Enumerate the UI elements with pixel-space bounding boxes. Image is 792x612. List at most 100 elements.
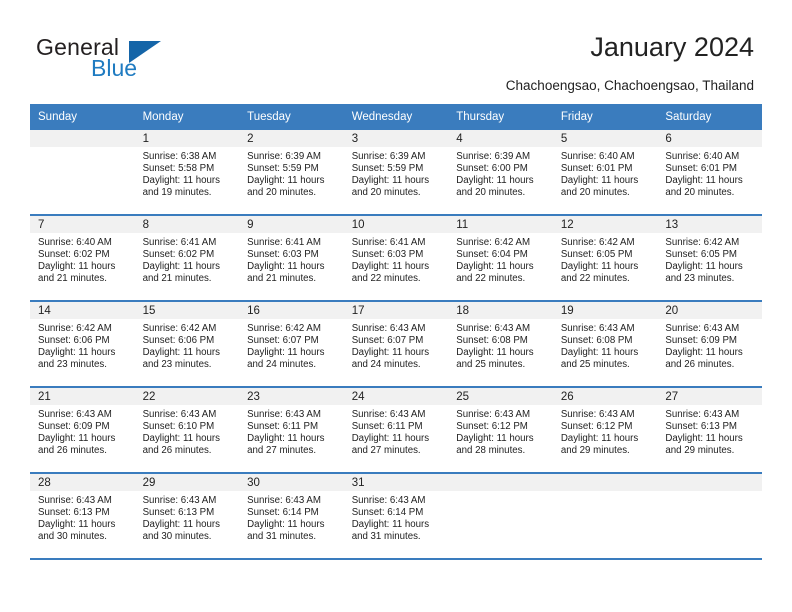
day-number-band: 7 bbox=[30, 216, 135, 233]
day-number: 22 bbox=[142, 391, 156, 403]
calendar-week-row: 1 Sunrise: 6:38 AM Sunset: 5:58 PM Daylight… bbox=[30, 130, 762, 216]
daylight-duration-line2: and 21 minutes. bbox=[38, 272, 107, 284]
day-cell-inner: 10 Sunrise: 6:41 AM Sunset: 6:03 PM Dayligh… bbox=[343, 216, 449, 300]
calendar-day-cell[interactable]: 22 Sunrise: 6:43 AM Sunset: 6:10 PM Dayligh… bbox=[134, 387, 240, 474]
day-details: Sunrise: 6:43 AM Sunset: 6:08 PM Daylight:… bbox=[448, 319, 553, 371]
day-number-band: 6 bbox=[657, 130, 762, 147]
calendar-day-cell[interactable]: 3 Sunrise: 6:39 AM Sunset: 5:59 PM Daylight… bbox=[343, 130, 449, 216]
calendar-day-cell[interactable]: 12 Sunrise: 6:42 AM Sunset: 6:05 PM Dayligh… bbox=[552, 215, 658, 302]
sunrise-time: Sunrise: 6:42 AM bbox=[560, 237, 635, 248]
sunset-time: Sunset: 6:05 PM bbox=[560, 248, 633, 260]
calendar-day-cell[interactable]: 25 Sunrise: 6:43 AM Sunset: 6:12 PM Dayligh… bbox=[448, 387, 553, 474]
day-details bbox=[30, 147, 135, 151]
day-number-band bbox=[552, 474, 658, 491]
daylight-duration-line2: and 31 minutes. bbox=[247, 530, 317, 542]
calendar-day-cell[interactable]: 28 Sunrise: 6:43 AM Sunset: 6:13 PM Dayligh… bbox=[30, 473, 135, 560]
daylight-duration-line2: and 23 minutes. bbox=[142, 358, 212, 370]
page-title: January 2024 bbox=[590, 32, 754, 62]
calendar-day-cell[interactable]: 8 Sunrise: 6:41 AM Sunset: 6:02 PM Daylight… bbox=[134, 215, 240, 302]
calendar-day-cell[interactable]: 17 Sunrise: 6:43 AM Sunset: 6:07 PM Dayligh… bbox=[343, 301, 449, 388]
calendar-day-cell[interactable]: 2 Sunrise: 6:39 AM Sunset: 5:59 PM Daylight… bbox=[239, 130, 344, 216]
calendar-day-cell[interactable]: 13 Sunrise: 6:42 AM Sunset: 6:05 PM Dayligh… bbox=[657, 215, 762, 302]
day-details bbox=[657, 491, 762, 495]
calendar-week-row: 7 Sunrise: 6:40 AM Sunset: 6:02 PM Daylight… bbox=[30, 215, 762, 302]
calendar-day-cell[interactable]: 23 Sunrise: 6:43 AM Sunset: 6:11 PM Dayligh… bbox=[239, 387, 344, 474]
daylight-duration-line1: Daylight: 11 hours bbox=[247, 518, 325, 530]
sunrise-time: Sunrise: 6:43 AM bbox=[351, 409, 426, 420]
calendar-day-cell[interactable]: 31 Sunrise: 6:43 AM Sunset: 6:14 PM Dayligh… bbox=[343, 473, 449, 560]
daylight-duration-line1: Daylight: 11 hours bbox=[351, 346, 430, 358]
daylight-duration-line2: and 20 minutes. bbox=[560, 186, 630, 198]
sunrise-time: Sunrise: 6:39 AM bbox=[456, 151, 531, 162]
sunset-time: Sunset: 6:09 PM bbox=[38, 420, 110, 432]
day-cell-inner bbox=[552, 474, 658, 558]
daylight-duration-line1: Daylight: 11 hours bbox=[247, 432, 325, 444]
calendar-day-cell[interactable]: 29 Sunrise: 6:43 AM Sunset: 6:13 PM Dayligh… bbox=[134, 473, 240, 560]
daylight-duration-line1: Daylight: 11 hours bbox=[142, 432, 220, 444]
calendar-day-cell[interactable]: 10 Sunrise: 6:41 AM Sunset: 6:03 PM Dayligh… bbox=[343, 215, 449, 302]
calendar-day-cell[interactable]: 15 Sunrise: 6:42 AM Sunset: 6:06 PM Dayligh… bbox=[134, 301, 240, 388]
day-number-band: 1 bbox=[134, 130, 240, 147]
sunset-time: Sunset: 6:14 PM bbox=[351, 506, 424, 518]
calendar-day-cell[interactable]: 30 Sunrise: 6:43 AM Sunset: 6:14 PM Dayligh… bbox=[239, 473, 344, 560]
day-number bbox=[30, 130, 135, 132]
daylight-duration-line1: Daylight: 11 hours bbox=[456, 346, 534, 358]
sunset-time: Sunset: 6:13 PM bbox=[142, 506, 215, 518]
day-cell-inner: 9 Sunrise: 6:41 AM Sunset: 6:03 PM Daylight… bbox=[239, 216, 344, 300]
sunrise-time: Sunrise: 6:42 AM bbox=[456, 237, 531, 248]
sunrise-time: Sunrise: 6:43 AM bbox=[38, 495, 112, 506]
day-cell-inner bbox=[657, 474, 762, 558]
daylight-duration-line1: Daylight: 11 hours bbox=[351, 432, 430, 444]
calendar-day-cell[interactable]: 20 Sunrise: 6:43 AM Sunset: 6:09 PM Dayligh… bbox=[657, 301, 762, 388]
calendar-day-cell[interactable]: 6 Sunrise: 6:40 AM Sunset: 6:01 PM Daylight… bbox=[657, 130, 762, 216]
calendar-day-cell[interactable]: 24 Sunrise: 6:43 AM Sunset: 6:11 PM Dayligh… bbox=[343, 387, 449, 474]
daylight-duration-line2: and 20 minutes. bbox=[665, 186, 735, 198]
general-blue-logo[interactable]: General Blue bbox=[36, 34, 216, 90]
calendar-day-cell[interactable]: 19 Sunrise: 6:43 AM Sunset: 6:08 PM Dayligh… bbox=[552, 301, 658, 388]
calendar-day-cell[interactable]: 9 Sunrise: 6:41 AM Sunset: 6:03 PM Daylight… bbox=[239, 215, 344, 302]
daylight-duration-line1: Daylight: 11 hours bbox=[456, 432, 534, 444]
day-details: Sunrise: 6:43 AM Sunset: 6:08 PM Daylight:… bbox=[553, 319, 658, 371]
day-cell-inner: 28 Sunrise: 6:43 AM Sunset: 6:13 PM Dayligh… bbox=[30, 474, 135, 558]
calendar-day-cell[interactable]: 7 Sunrise: 6:40 AM Sunset: 6:02 PM Daylight… bbox=[30, 215, 135, 302]
day-number: 25 bbox=[456, 391, 470, 403]
day-cell-inner: 24 Sunrise: 6:43 AM Sunset: 6:11 PM Dayligh… bbox=[343, 388, 449, 472]
day-details: Sunrise: 6:43 AM Sunset: 6:13 PM Daylight:… bbox=[657, 405, 762, 457]
day-details: Sunrise: 6:39 AM Sunset: 5:59 PM Daylight:… bbox=[239, 147, 344, 199]
calendar-day-cell[interactable]: 26 Sunrise: 6:43 AM Sunset: 6:12 PM Dayligh… bbox=[552, 387, 658, 474]
daylight-duration-line1: Daylight: 11 hours bbox=[38, 518, 116, 530]
day-cell-inner: 2 Sunrise: 6:39 AM Sunset: 5:59 PM Daylight… bbox=[239, 130, 344, 214]
day-details: Sunrise: 6:42 AM Sunset: 6:04 PM Daylight:… bbox=[448, 233, 553, 285]
calendar-day-cell[interactable]: 16 Sunrise: 6:42 AM Sunset: 6:07 PM Dayligh… bbox=[239, 301, 344, 388]
daylight-duration-line1: Daylight: 11 hours bbox=[247, 174, 325, 186]
day-number: 1 bbox=[142, 133, 149, 145]
sunset-time: Sunset: 6:06 PM bbox=[142, 334, 215, 346]
daylight-duration-line1: Daylight: 11 hours bbox=[247, 346, 325, 358]
calendar-day-cell[interactable]: 5 Sunrise: 6:40 AM Sunset: 6:01 PM Daylight… bbox=[552, 130, 658, 216]
day-details: Sunrise: 6:42 AM Sunset: 6:06 PM Daylight:… bbox=[30, 319, 135, 371]
daylight-duration-line1: Daylight: 11 hours bbox=[456, 174, 534, 186]
weekday-header-tuesday: Tuesday bbox=[239, 104, 344, 130]
day-number: 7 bbox=[38, 219, 45, 231]
calendar-day-cell[interactable]: 21 Sunrise: 6:43 AM Sunset: 6:09 PM Dayligh… bbox=[30, 387, 135, 474]
calendar-day-cell[interactable]: 14 Sunrise: 6:42 AM Sunset: 6:06 PM Dayligh… bbox=[30, 301, 135, 388]
calendar-day-cell[interactable]: 27 Sunrise: 6:43 AM Sunset: 6:13 PM Dayligh… bbox=[657, 387, 762, 474]
day-cell-inner: 13 Sunrise: 6:42 AM Sunset: 6:05 PM Dayligh… bbox=[657, 216, 762, 300]
day-cell-inner: 23 Sunrise: 6:43 AM Sunset: 6:11 PM Dayligh… bbox=[239, 388, 344, 472]
calendar-day-cell[interactable]: 4 Sunrise: 6:39 AM Sunset: 6:00 PM Daylight… bbox=[448, 130, 553, 216]
day-details: Sunrise: 6:43 AM Sunset: 6:09 PM Daylight:… bbox=[30, 405, 135, 457]
day-number-band: 31 bbox=[343, 474, 449, 491]
sunset-time: Sunset: 6:03 PM bbox=[247, 248, 319, 260]
calendar-day-cell[interactable]: 1 Sunrise: 6:38 AM Sunset: 5:58 PM Daylight… bbox=[134, 130, 240, 216]
day-cell-inner: 25 Sunrise: 6:43 AM Sunset: 6:12 PM Dayligh… bbox=[448, 388, 553, 472]
daylight-duration-line2: and 25 minutes. bbox=[560, 358, 630, 370]
calendar-day-cell[interactable]: 11 Sunrise: 6:42 AM Sunset: 6:04 PM Dayligh… bbox=[448, 215, 553, 302]
day-cell-inner: 27 Sunrise: 6:43 AM Sunset: 6:13 PM Dayligh… bbox=[657, 388, 762, 472]
day-details: Sunrise: 6:42 AM Sunset: 6:05 PM Daylight:… bbox=[657, 233, 762, 285]
daylight-duration-line2: and 23 minutes. bbox=[38, 358, 107, 370]
calendar-day-cell[interactable]: 18 Sunrise: 6:43 AM Sunset: 6:08 PM Dayligh… bbox=[448, 301, 553, 388]
day-number: 5 bbox=[560, 133, 568, 145]
daylight-duration-line2: and 27 minutes. bbox=[351, 444, 421, 456]
day-cell-inner: 8 Sunrise: 6:41 AM Sunset: 6:02 PM Daylight… bbox=[134, 216, 240, 300]
day-details bbox=[553, 491, 658, 495]
